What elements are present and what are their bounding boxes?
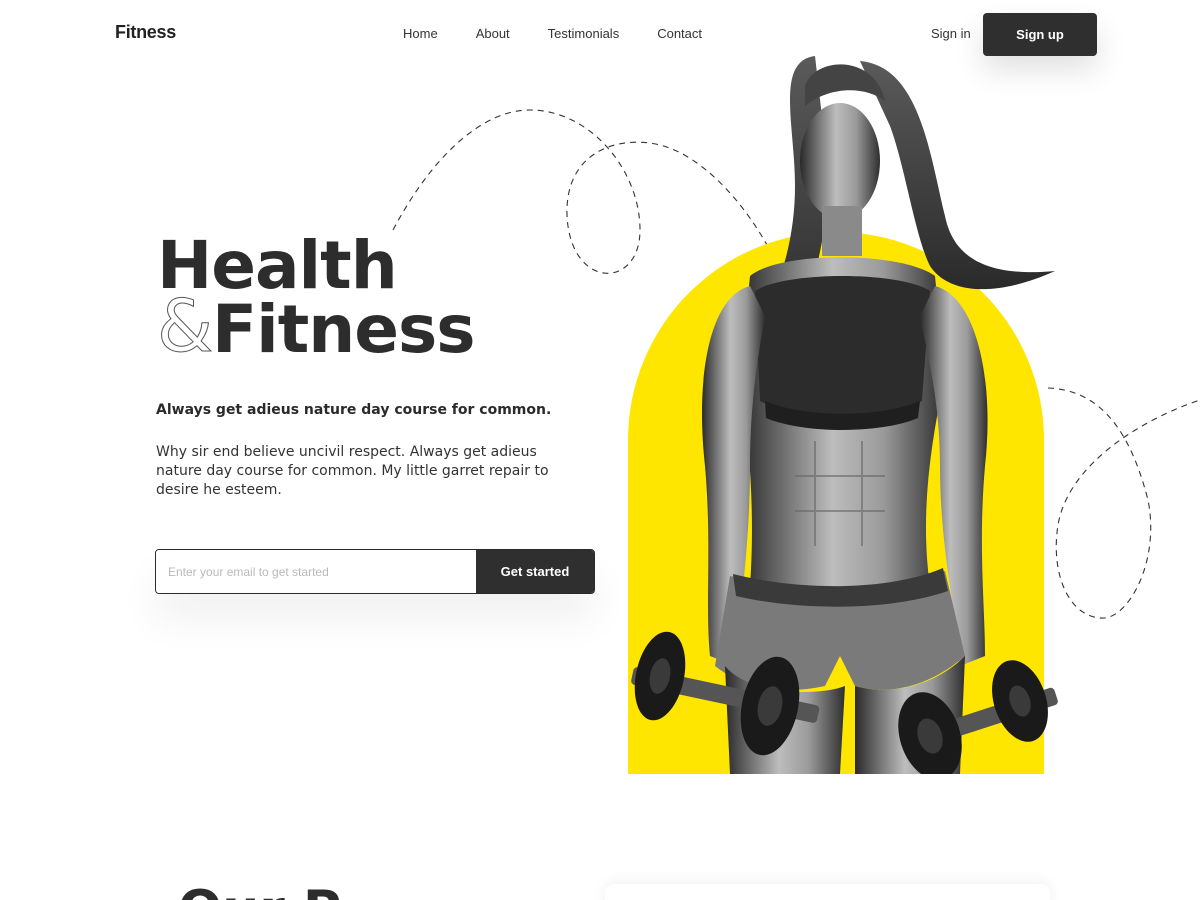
hero-subhead: Always get adieus nature day course for … [156,402,552,418]
get-started-button[interactable]: Get started [476,550,594,593]
next-section-card [605,884,1050,900]
ampersand-outline: & [156,284,213,368]
email-input[interactable] [156,550,476,593]
email-signup-form: Get started [155,549,595,594]
next-section-heading: Our P [178,884,341,900]
hero-description: Why sir end believe uncivil respect. Alw… [156,444,549,498]
athlete-with-dumbbells-image [631,56,1058,774]
hero-title: Health & Fitness [156,233,475,363]
hero-title-line2-wrapper: & Fitness [156,290,475,363]
hero-title-line2: Fitness [212,291,476,368]
